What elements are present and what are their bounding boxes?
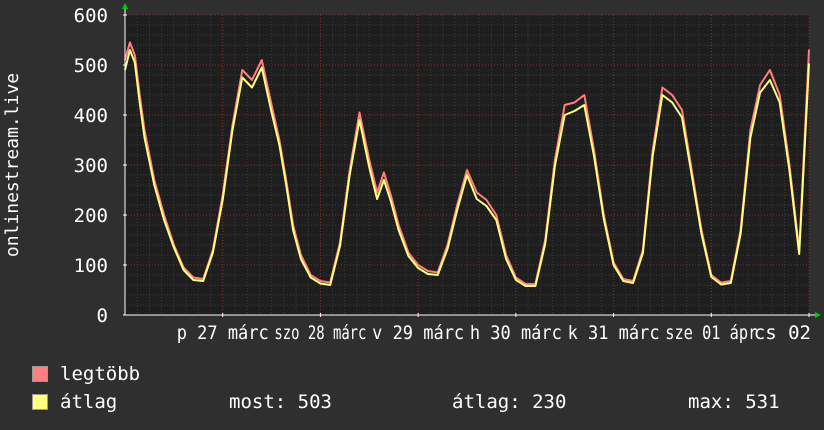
stat-average: átlag: 230 [452,391,567,413]
traffic-chart: 0 100 200 300 400 500 600 p 27 márc szo 28 márc… [2,3,821,344]
legend-label-avg: átlag [60,391,118,413]
y-tick-label: 100 [74,255,108,277]
x-tick-label: sze 01 ápr [665,322,757,344]
y-tick-label: 0 [97,305,108,327]
x-tick-label: k 31 márc [568,322,660,344]
stat-now: most: 503 [229,391,332,413]
x-tick-label: p 27 márc [177,322,269,344]
y-tick-label: 600 [74,5,108,27]
legend-label-max: legtöbb [60,363,141,385]
stat-max: max: 531 [688,391,780,413]
x-tick-labels: p 27 márc szo 28 márc v 29 márc h 30 márc k … [177,322,811,344]
y-axis-arrow-icon [122,3,128,9]
y-tick-labels: 0 100 200 300 400 500 600 [74,5,108,327]
x-tick-label: cs 02 [754,322,811,344]
y-tick-label: 200 [74,205,108,227]
legend-swatch-avg [32,394,48,410]
y-tick-label: 500 [74,55,108,77]
x-tick-label: v 29 márc [372,322,464,344]
y-axis-label: onlinestream.live [2,73,23,257]
legend-swatch-max [32,366,48,382]
x-tick-label: h 30 márc [470,322,562,344]
y-tick-label: 300 [74,155,108,177]
x-tick-label: szo 28 márc [274,322,366,344]
y-tick-label: 400 [74,105,108,127]
x-axis-arrow-icon [815,312,821,318]
